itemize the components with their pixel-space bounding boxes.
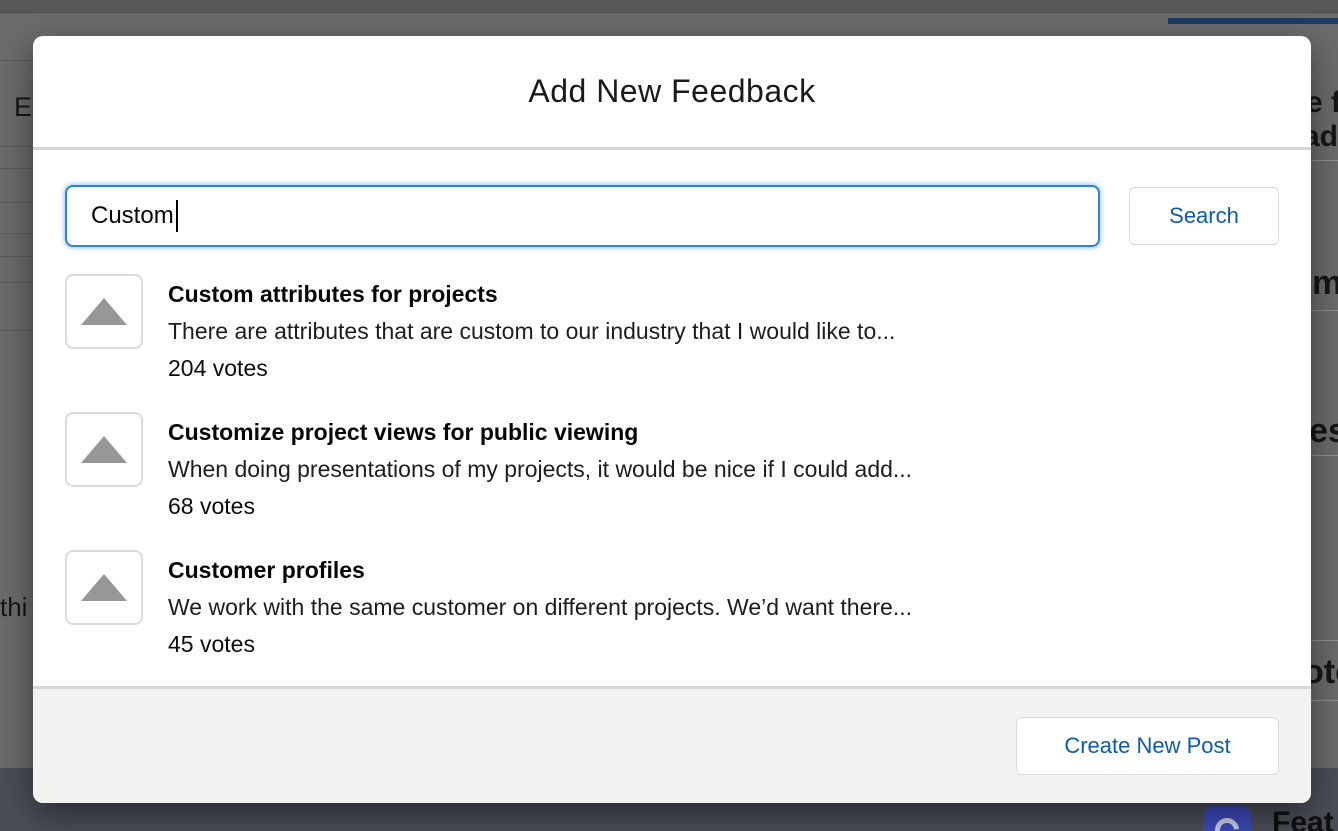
upvote-button[interactable] — [65, 550, 143, 625]
result-text: Custom attributes for projects There are… — [168, 274, 895, 387]
result-votes: 45 votes — [168, 626, 912, 663]
search-result-row[interactable]: Customize project views for public viewi… — [65, 412, 1279, 525]
search-input[interactable]: Custom — [65, 185, 1100, 247]
upvote-icon — [81, 574, 127, 601]
search-result-row[interactable]: Customer profiles We work with the same … — [65, 550, 1279, 663]
result-text: Customer profiles We work with the same … — [168, 550, 912, 663]
search-button[interactable]: Search — [1129, 187, 1279, 245]
create-new-post-button[interactable]: Create New Post — [1016, 717, 1279, 775]
modal-title: Add New Feedback — [528, 73, 815, 110]
result-votes: 204 votes — [168, 350, 895, 387]
modal-footer: Create New Post — [33, 686, 1311, 803]
search-results: Custom attributes for projects There are… — [65, 274, 1279, 663]
result-votes: 68 votes — [168, 488, 912, 525]
search-input-value: Custom — [91, 202, 174, 230]
text-caret — [176, 200, 178, 232]
result-description: There are attributes that are custom to … — [168, 313, 895, 350]
modal-content: Custom Search Custom attributes for proj… — [33, 150, 1311, 686]
result-description: We work with the same customer on differ… — [168, 589, 912, 626]
result-title: Customer profiles — [168, 552, 912, 589]
modal-header: Add New Feedback — [33, 36, 1311, 150]
result-title: Customize project views for public viewi… — [168, 414, 912, 451]
upvote-button[interactable] — [65, 274, 143, 349]
result-text: Customize project views for public viewi… — [168, 412, 912, 525]
result-description: When doing presentations of my projects,… — [168, 451, 912, 488]
upvote-icon — [81, 436, 127, 463]
upvote-icon — [81, 298, 127, 325]
search-row: Custom Search — [65, 185, 1279, 247]
upvote-button[interactable] — [65, 412, 143, 487]
search-result-row[interactable]: Custom attributes for projects There are… — [65, 274, 1279, 387]
result-title: Custom attributes for projects — [168, 276, 895, 313]
add-new-feedback-modal: Add New Feedback Custom Search Custom at… — [33, 36, 1311, 803]
